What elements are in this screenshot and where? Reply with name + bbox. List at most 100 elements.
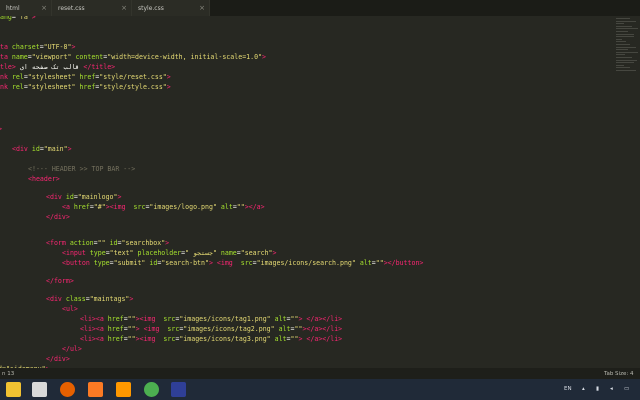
- code-token: "images/icons/tag3.png": [179, 335, 271, 343]
- code-editor[interactable]: TYPE html>lang="fa">eta charset="UTF-8">…: [0, 16, 640, 368]
- chrome-icon[interactable]: [144, 382, 159, 397]
- firefox-icon[interactable]: [60, 382, 75, 397]
- code-line[interactable]: <!--- HEADER >> TOP BAR -->: [28, 164, 135, 174]
- code-token: "maintags": [89, 295, 130, 303]
- media-player-icon[interactable]: [32, 382, 47, 397]
- file-explorer-icon[interactable]: [6, 382, 21, 397]
- network-icon[interactable]: ▮: [596, 386, 599, 392]
- code-token: " جستجو": [185, 249, 217, 257]
- code-token: "search-btn": [161, 259, 209, 267]
- code-token: eta: [0, 43, 8, 51]
- code-token: ></button>: [383, 259, 424, 267]
- code-token: href: [75, 83, 96, 91]
- code-token: >: [117, 193, 122, 201]
- code-token: href: [73, 203, 90, 211]
- code-token: id: [65, 193, 74, 201]
- code-token: "style/style.css": [99, 83, 167, 91]
- tab-reset-css[interactable]: reset.css ×: [52, 0, 132, 16]
- volume-icon[interactable]: ◂: [610, 386, 613, 392]
- code-token: "searchbox": [121, 239, 166, 247]
- code-line[interactable]: eta name="viewport" content="width=devic…: [0, 52, 266, 62]
- status-bar: n 13 Tab Size: 4: [0, 368, 640, 379]
- tab-style-css[interactable]: style.css ×: [132, 0, 210, 16]
- code-token: "stylesheet": [27, 83, 76, 91]
- code-token: > <img: [135, 325, 164, 333]
- code-token: src: [159, 315, 176, 323]
- code-token: <!--- HEADER >> TOP BAR -->: [28, 165, 136, 173]
- code-token: "": [236, 203, 245, 211]
- code-line[interactable]: </div>: [46, 354, 70, 364]
- code-token: "#": [93, 203, 106, 211]
- close-icon[interactable]: ×: [121, 4, 127, 12]
- code-token: > <img: [208, 259, 237, 267]
- code-token: قالب تک صفحه ای: [15, 63, 84, 71]
- code-line[interactable]: <div class="maintags">: [46, 294, 133, 304]
- close-icon[interactable]: ×: [199, 4, 205, 12]
- code-token: lang: [0, 16, 12, 21]
- battery-icon[interactable]: ▭: [624, 386, 629, 392]
- code-token: "viewport": [31, 53, 72, 61]
- code-token: placeholder: [133, 249, 182, 257]
- code-token: >: [262, 53, 267, 61]
- code-token: "main": [43, 145, 68, 153]
- code-line[interactable]: <a href="#"><img src="images/logo.png" a…: [62, 202, 265, 212]
- code-line[interactable]: <li><a href=""><img src="images/icons/ta…: [80, 314, 342, 324]
- code-line[interactable]: >: [0, 124, 2, 134]
- xampp-icon[interactable]: [88, 382, 103, 397]
- code-line[interactable]: </div>: [46, 212, 70, 222]
- code-token: </ul>: [62, 345, 82, 353]
- tab-html[interactable]: html ×: [0, 0, 52, 16]
- code-token: <header>: [28, 175, 60, 183]
- code-token: <li><a: [80, 315, 108, 323]
- code-line[interactable]: ink rel="stylesheet" href="style/reset.c…: [0, 72, 171, 82]
- code-line[interactable]: <header>: [28, 174, 60, 184]
- code-token: </title>: [83, 63, 116, 71]
- code-token: rel: [11, 73, 24, 81]
- code-token: <a: [62, 203, 74, 211]
- code-token: eta: [0, 53, 8, 61]
- close-icon[interactable]: ×: [41, 4, 47, 12]
- code-token: "stylesheet": [27, 73, 76, 81]
- code-line[interactable]: <div id="mainlogo">: [46, 192, 121, 202]
- code-token: >: [71, 43, 76, 51]
- code-token: alt: [355, 259, 372, 267]
- code-line[interactable]: ink rel="stylesheet" href="style/style.c…: [0, 82, 171, 92]
- code-line[interactable]: itle> قالب تک صفحه ای </title>: [0, 62, 115, 72]
- code-token: alt: [270, 315, 287, 323]
- code-line[interactable]: <form action="" id="searchbox">: [46, 238, 169, 248]
- code-token: "images/logo.png": [149, 203, 217, 211]
- code-token: </form>: [46, 277, 74, 285]
- code-line[interactable]: eta charset="UTF-8">: [0, 42, 75, 52]
- code-token: src: [163, 325, 180, 333]
- code-line[interactable]: <input type="text" placeholder=" جستجو" …: [62, 248, 277, 258]
- tab-bar: html × reset.css × style.css ×: [0, 0, 640, 16]
- code-line[interactable]: </form>: [46, 276, 74, 286]
- code-token: href: [107, 335, 124, 343]
- code-line[interactable]: <li><a href=""> <img src="images/icons/t…: [80, 324, 342, 334]
- code-token: >: [166, 73, 171, 81]
- photoshop-icon[interactable]: [171, 382, 186, 397]
- code-line[interactable]: <button type="submit" id="search-btn"> <…: [62, 258, 423, 268]
- code-line[interactable]: lang="fa">: [0, 16, 36, 22]
- code-line[interactable]: </ul>: [62, 344, 82, 354]
- minimap[interactable]: [616, 18, 640, 78]
- code-token: href: [75, 73, 96, 81]
- code-token: ></a>: [244, 203, 265, 211]
- code-line[interactable]: <div id="main">: [12, 144, 72, 154]
- code-token: "search": [240, 249, 273, 257]
- code-token: "": [97, 239, 106, 247]
- code-token: alt: [270, 335, 287, 343]
- code-token: <li><a: [80, 335, 108, 343]
- code-token: <li><a: [80, 325, 108, 333]
- language-indicator[interactable]: EN: [564, 386, 572, 392]
- code-token: id: [105, 239, 118, 247]
- taskbar: EN ▴ ▮ ◂ ▭: [0, 379, 640, 400]
- code-token: <button: [62, 259, 94, 267]
- sublime-text-icon[interactable]: [116, 382, 131, 397]
- code-line[interactable]: <ul>: [62, 304, 78, 314]
- tray-arrow-icon[interactable]: ▴: [582, 386, 585, 392]
- tab-size-indicator[interactable]: Tab Size: 4: [604, 371, 633, 377]
- code-token: <ul>: [62, 305, 78, 313]
- code-token: </div>: [46, 355, 70, 363]
- code-line[interactable]: <li><a href=""><img src="images/icons/ta…: [80, 334, 342, 344]
